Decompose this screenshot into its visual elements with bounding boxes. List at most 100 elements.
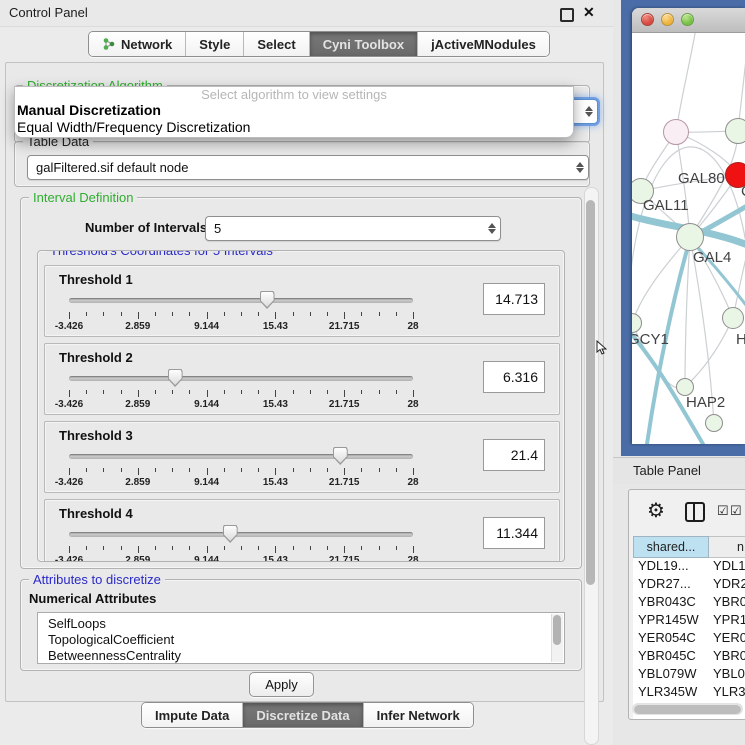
- cell-name[interactable]: YBR0: [709, 648, 745, 666]
- table-row[interactable]: YER054CYER0: [633, 630, 745, 648]
- apply-button[interactable]: Apply: [249, 672, 314, 697]
- bottom-tab-bar: Impute Data Discretize Data Infer Network: [141, 702, 474, 728]
- cell-shared-name[interactable]: YLR345W: [633, 684, 709, 702]
- threshold-slider[interactable]: -3.4262.8599.14415.4321.71528: [69, 290, 413, 330]
- combo-stepper-icon[interactable]: [484, 217, 500, 240]
- tab-label: jActiveMNodules: [431, 37, 536, 52]
- algorithm-option-0[interactable]: Manual Discretization: [15, 102, 573, 119]
- threshold-row-3: Threshold 3-3.4262.8599.14415.4321.71528…: [44, 421, 560, 493]
- table-row[interactable]: YBR045CYBR0: [633, 648, 745, 666]
- slider-track[interactable]: [69, 298, 413, 303]
- node-label: H: [736, 331, 745, 348]
- tab-impute-data[interactable]: Impute Data: [142, 703, 243, 727]
- table-row[interactable]: YPR145WYPR1: [633, 612, 745, 630]
- cell-name[interactable]: YER0: [709, 630, 745, 648]
- tab-network[interactable]: Network: [89, 32, 186, 56]
- tab-style[interactable]: Style: [186, 32, 244, 56]
- slider-thumb[interactable]: [333, 447, 348, 465]
- algorithm-option-1[interactable]: Equal Width/Frequency Discretization: [15, 119, 573, 136]
- table-horizontal-scrollbar[interactable]: [632, 703, 743, 715]
- tab-label: Network: [121, 37, 172, 52]
- cell-shared-name[interactable]: YBL079W: [633, 666, 709, 684]
- table-row[interactable]: YDL19...YDL1: [633, 558, 745, 576]
- float-window-icon[interactable]: [560, 8, 574, 22]
- threshold-slider[interactable]: -3.4262.8599.14415.4321.71528: [69, 446, 413, 486]
- network-node-gal80[interactable]: [663, 119, 689, 145]
- threshold-slider[interactable]: -3.4262.8599.14415.4321.71528: [69, 524, 413, 562]
- tab-label: Impute Data: [155, 708, 229, 723]
- slider-thumb[interactable]: [223, 525, 238, 543]
- threshold-slider[interactable]: -3.4262.8599.14415.4321.71528: [69, 368, 413, 408]
- tab-label: Style: [199, 37, 230, 52]
- cell-shared-name[interactable]: YBR045C: [633, 648, 709, 666]
- cell-shared-name[interactable]: YDL19...: [633, 558, 709, 576]
- combo-stepper-icon[interactable]: [572, 156, 588, 179]
- close-traffic-light[interactable]: [641, 13, 654, 26]
- slider-thumb[interactable]: [260, 291, 275, 309]
- slider-track[interactable]: [69, 376, 413, 381]
- threshold-value-field[interactable]: 6.316: [483, 361, 545, 393]
- table-data-combo[interactable]: galFiltered.sif default node: [27, 155, 589, 180]
- tab-infer-network[interactable]: Infer Network: [364, 703, 473, 727]
- node-label: C: [741, 183, 745, 200]
- table-row[interactable]: YBR043CYBR0: [633, 594, 745, 612]
- column-header-shared-name[interactable]: shared...: [633, 536, 709, 558]
- combo-stepper-icon[interactable]: [581, 100, 597, 123]
- threshold-label: Threshold 2: [59, 350, 133, 365]
- cell-name[interactable]: YPR1: [709, 612, 745, 630]
- attribute-item[interactable]: BetweennessCentrality: [38, 648, 564, 664]
- threshold-row-2: Threshold 2 -3.4262.8599.14415.4321.71528…: [44, 343, 560, 415]
- table-row[interactable]: YDR27...YDR2: [633, 576, 745, 594]
- numerical-attributes-list[interactable]: SelfLoopsTopologicalCoefficientBetweenne…: [37, 612, 565, 664]
- network-node-g[interactable]: [725, 118, 745, 144]
- minimize-traffic-light[interactable]: [661, 13, 674, 26]
- table-header-row: shared... n: [633, 536, 745, 558]
- slider-tick-labels: -3.4262.8599.14415.4321.71528: [69, 321, 413, 333]
- tab-jactivemnodules[interactable]: jActiveMNodules: [418, 32, 549, 56]
- table-row[interactable]: YLR345WYLR3: [633, 684, 745, 702]
- tab-label: Cyni Toolbox: [323, 37, 404, 52]
- slider-track[interactable]: [69, 532, 413, 537]
- checkbox-icon[interactable]: ☑: [717, 503, 729, 519]
- cell-name[interactable]: YBL0: [709, 666, 745, 684]
- column-header-name[interactable]: n: [709, 536, 745, 558]
- algorithm-placeholder: Select algorithm to view settings: [15, 87, 573, 102]
- list-scrollbar[interactable]: [551, 614, 563, 662]
- settings-vertical-scrollbar[interactable]: [584, 187, 599, 745]
- threshold-value-field[interactable]: 14.713: [483, 283, 545, 315]
- gear-icon[interactable]: ⚙: [647, 498, 665, 523]
- tab-cyni-toolbox[interactable]: Cyni Toolbox: [310, 32, 418, 56]
- cell-shared-name[interactable]: YBR043C: [633, 594, 709, 612]
- cell-name[interactable]: YLR3: [709, 684, 745, 702]
- network-view-frame: GAL80GCGAL11GAL4GCY1HHAP2: [621, 0, 745, 456]
- threshold-value-field[interactable]: 21.4: [483, 439, 545, 471]
- slider-ticks: [69, 390, 413, 397]
- tab-discretize-data[interactable]: Discretize Data: [243, 703, 363, 727]
- split-columns-icon[interactable]: [685, 502, 705, 522]
- table-panel-titlebar: Table Panel: [613, 457, 745, 484]
- slider-track[interactable]: [69, 454, 413, 459]
- cell-name[interactable]: YBR0: [709, 594, 745, 612]
- cell-shared-name[interactable]: YER054C: [633, 630, 709, 648]
- num-intervals-combo[interactable]: 5: [205, 216, 501, 241]
- cell-shared-name[interactable]: YPR145W: [633, 612, 709, 630]
- network-node-h[interactable]: [722, 307, 744, 329]
- slider-thumb[interactable]: [168, 369, 183, 387]
- attribute-item[interactable]: TopologicalCoefficient: [38, 632, 564, 648]
- zoom-traffic-light[interactable]: [681, 13, 694, 26]
- cell-name[interactable]: YDR2: [709, 576, 745, 594]
- checkbox-icon[interactable]: ☑: [730, 503, 742, 519]
- network-canvas[interactable]: GAL80GCGAL11GAL4GCY1HHAP2: [632, 33, 745, 444]
- cell-name[interactable]: YDL1: [709, 558, 745, 576]
- threshold-value-field[interactable]: 11.344: [483, 517, 545, 549]
- network-node[interactable]: [705, 414, 723, 432]
- close-icon[interactable]: ✕: [583, 4, 595, 21]
- network-node-gal4[interactable]: [676, 223, 704, 251]
- cell-shared-name[interactable]: YDR27...: [633, 576, 709, 594]
- tab-select[interactable]: Select: [244, 32, 309, 56]
- tab-label: Infer Network: [377, 708, 460, 723]
- numerical-attributes-label: Numerical Attributes: [29, 591, 156, 606]
- table-row[interactable]: YBL079WYBL0: [633, 666, 745, 684]
- top-tab-bar: Network Style Select Cyni Toolbox jActiveMNo…: [88, 31, 550, 57]
- attribute-item[interactable]: SelfLoops: [38, 616, 564, 632]
